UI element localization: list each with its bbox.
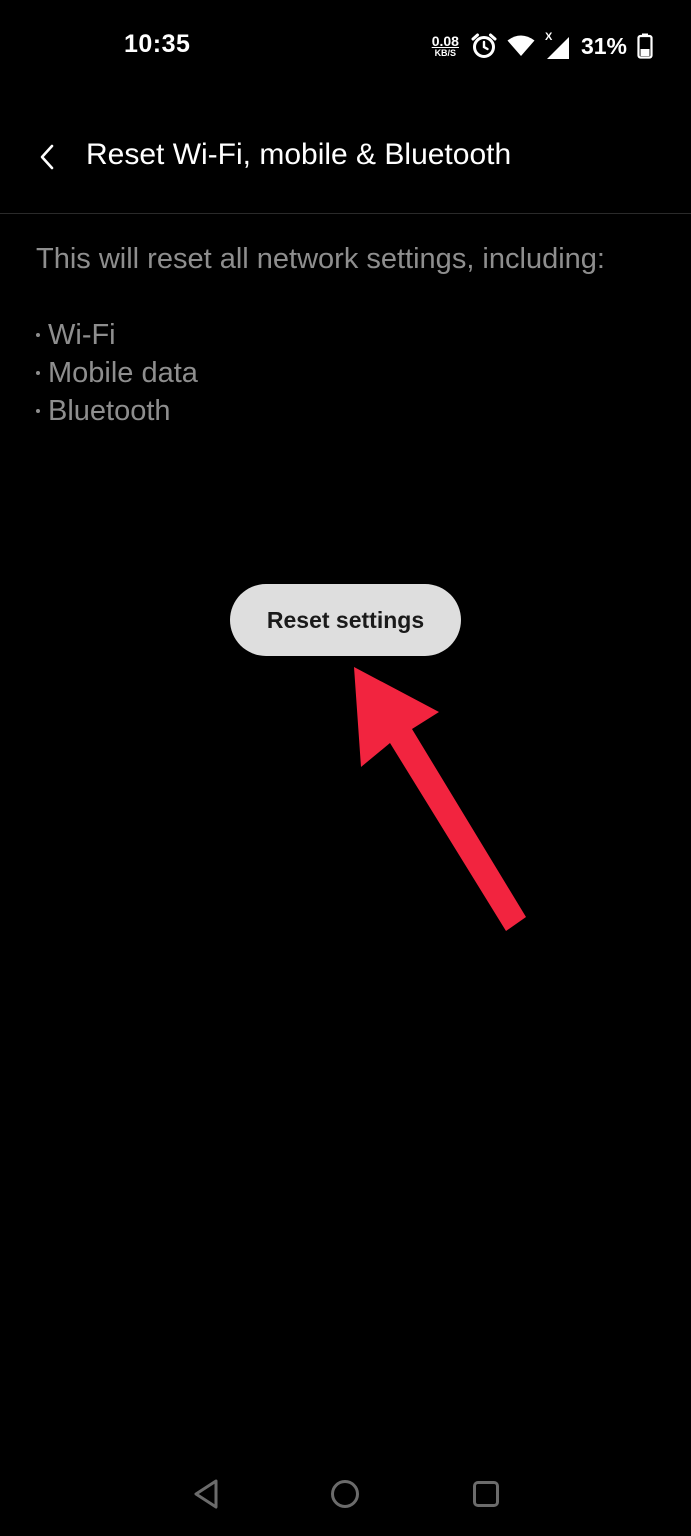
chevron-left-icon: [40, 144, 54, 170]
bullet-icon: [36, 371, 40, 375]
app-bar: Reset Wi-Fi, mobile & Bluetooth: [0, 120, 691, 194]
nav-back-button[interactable]: [186, 1474, 226, 1514]
back-button[interactable]: [26, 136, 68, 178]
svg-text:X: X: [545, 31, 553, 43]
cellular-no-data-icon: X: [545, 31, 571, 61]
status-icons: 0.08 KB/S X 31%: [432, 28, 653, 64]
list-item: Wi-Fi: [36, 316, 656, 354]
nav-recents-button[interactable]: [466, 1474, 506, 1514]
nav-recents-icon: [473, 1481, 499, 1507]
navigation-bar: [0, 1460, 691, 1528]
list-item-label: Wi-Fi: [48, 319, 116, 351]
header-divider: [0, 213, 691, 214]
status-time: 10:35: [124, 30, 191, 58]
list-item-label: Mobile data: [48, 357, 198, 389]
reset-description-section: This will reset all network settings, in…: [36, 240, 656, 430]
page-title: Reset Wi-Fi, mobile & Bluetooth: [86, 138, 512, 171]
wifi-icon: [507, 34, 535, 58]
annotation-arrow-icon: [354, 667, 526, 931]
network-speed: 0.08 KB/S: [432, 34, 459, 58]
nav-back-icon: [194, 1479, 218, 1509]
reset-settings-button[interactable]: Reset settings: [230, 584, 461, 656]
status-bar: 10:35 0.08 KB/S X 31%: [0, 0, 691, 92]
reset-description: This will reset all network settings, in…: [36, 243, 605, 275]
list-item: Mobile data: [36, 354, 656, 392]
bullet-icon: [36, 333, 40, 337]
network-speed-unit: KB/S: [434, 48, 457, 58]
list-item-label: Bluetooth: [48, 395, 171, 427]
battery-icon: [637, 33, 653, 59]
nav-home-icon: [331, 1480, 359, 1508]
reset-items-list: Wi-Fi Mobile data Bluetooth: [36, 316, 656, 430]
battery-percent: 31%: [580, 32, 627, 59]
network-speed-value: 0.08: [431, 33, 459, 49]
alarm-icon: [471, 33, 497, 59]
nav-home-button[interactable]: [325, 1474, 365, 1514]
list-item: Bluetooth: [36, 392, 656, 430]
bullet-icon: [36, 409, 40, 413]
